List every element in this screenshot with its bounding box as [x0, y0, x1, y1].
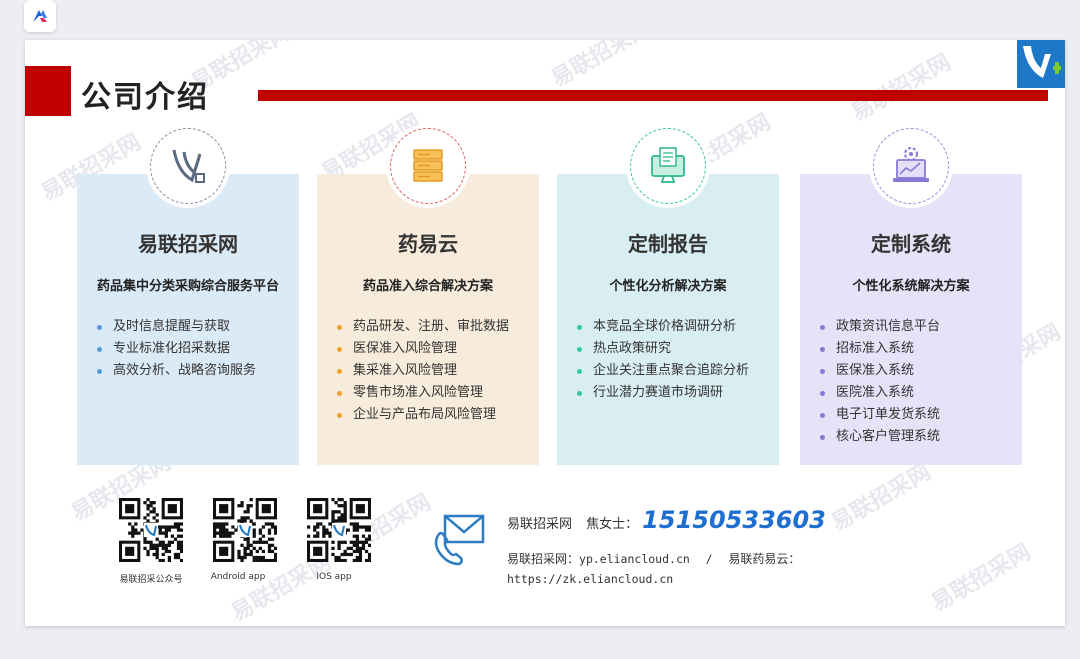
contact-phone: 15150533603 [642, 506, 826, 534]
card-title: 易联招采网 [138, 232, 238, 256]
site1-label: 易联招采网： [507, 552, 580, 566]
feature-item: 药品研发、注册、审批数据 [335, 316, 509, 338]
site2-label: 易联药易云： [728, 552, 801, 566]
qr-code-icon [307, 498, 372, 563]
site1-url[interactable]: yp.eliancloud.cn [579, 552, 690, 566]
feature-item: 高效分析、战略咨询服务 [95, 360, 256, 382]
qr-code-icon [213, 498, 278, 563]
laptop-gear-icon [873, 128, 949, 204]
card-title: 定制报告 [628, 232, 708, 256]
card-title: 药易云 [398, 232, 458, 256]
title-rule [258, 90, 1048, 101]
title-accent-block [25, 66, 71, 116]
contact-website-line-2: https://zk.eliancloud.cn [507, 572, 673, 586]
mail-phone-icon [434, 514, 485, 566]
qr-code-android [213, 498, 278, 563]
elian-logo-icon [150, 128, 226, 204]
feature-item: 医院准入系统 [818, 382, 940, 404]
presentation-slide: 易联招采网 易联招采网 易联招采网 易联招采网 易联招采网 易联招采网 易联招采… [25, 40, 1065, 626]
site-separator: / [705, 552, 713, 566]
server-icon [390, 128, 466, 204]
card-icon-badge [626, 124, 710, 208]
feature-item: 招标准入系统 [818, 338, 940, 360]
qr-label: 易联招采公众号 [119, 575, 183, 585]
watermark: 易联招采网 [847, 49, 956, 127]
corner-brand-logo-icon [1017, 40, 1065, 88]
card-title: 定制系统 [871, 232, 951, 256]
feature-item: 集采准入风险管理 [335, 360, 509, 382]
product-card: 易联招采网药品集中分类采购综合服务平台及时信息提醒与获取 专业标准化招采数据 高效分… [77, 124, 299, 465]
feature-list: 本竞品全球价格调研分析 热点政策研究 企业关注重点聚合追踪分析 行业潜力赛道市场调研 [575, 316, 749, 404]
feature-list: 及时信息提醒与获取 专业标准化招采数据 高效分析、战略咨询服务 [95, 316, 256, 382]
card-icon-badge [869, 124, 953, 208]
feature-item: 热点政策研究 [575, 338, 749, 360]
slide-title: 公司介绍 [81, 80, 209, 115]
site2-url[interactable]: https://zk.eliancloud.cn [507, 572, 673, 586]
feature-item: 企业关注重点聚合追踪分析 [575, 360, 749, 382]
feature-item: 电子订单发货系统 [818, 404, 940, 426]
qr-label: IOS app [316, 572, 352, 582]
feature-item: 及时信息提醒与获取 [95, 316, 256, 338]
qr-code-icon [119, 498, 184, 563]
feature-item: 专业标准化招采数据 [95, 338, 256, 360]
feature-item: 医保准入系统 [818, 360, 940, 382]
app-logo-icon[interactable] [24, 0, 56, 32]
watermark: 易联招采网 [827, 459, 936, 537]
watermark: 易联招采网 [547, 40, 656, 93]
card-subtitle: 个性化系统解决方案 [852, 279, 970, 294]
feature-list: 政策资讯信息平台 招标准入系统 医保准入系统 医院准入系统 电子订单发货系统 核心客户管理… [818, 316, 940, 448]
contact-website-line: 易联招采网：yp.eliancloud.cn / 易联药易云： [507, 550, 800, 567]
product-card: 定制报告个性化分析解决方案本竞品全球价格调研分析 热点政策研究 企业关注重点聚合追踪… [557, 124, 779, 465]
contact-person: 焦女士： [586, 517, 639, 532]
feature-list: 药品研发、注册、审批数据 医保准入风险管理 集采准入风险管理 零售市场准入风险管理 企业… [335, 316, 509, 426]
feature-item: 企业与产品布局风险管理 [335, 404, 509, 426]
contact-company: 易联招采网 [507, 517, 573, 532]
contact-name-line: 易联招采网 焦女士： 15150533603 [507, 506, 826, 534]
feature-item: 政策资讯信息平台 [818, 316, 940, 338]
product-card: 定制系统个性化系统解决方案政策资讯信息平台 招标准入系统 医保准入系统 医院准入系统电… [800, 124, 1022, 465]
feature-item: 核心客户管理系统 [818, 426, 940, 448]
card-icon-badge [146, 124, 230, 208]
feature-item: 行业潜力赛道市场调研 [575, 382, 749, 404]
product-card: 药易云药品准入综合解决方案药品研发、注册、审批数据 医保准入风险管理 集采准入风险管… [317, 124, 539, 465]
feature-item: 零售市场准入风险管理 [335, 382, 509, 404]
card-subtitle: 个性化分析解决方案 [609, 279, 727, 294]
card-subtitle: 药品集中分类采购综合服务平台 [96, 279, 279, 294]
feature-item: 医保准入风险管理 [335, 338, 509, 360]
card-icon-badge [386, 124, 470, 208]
qr-label: Android app [210, 572, 266, 582]
card-subtitle: 药品准入综合解决方案 [362, 279, 493, 294]
feature-item: 本竞品全球价格调研分析 [575, 316, 749, 338]
qr-code-wechat [119, 498, 184, 563]
watermark: 易联招采网 [927, 539, 1036, 617]
qr-code-ios [307, 498, 372, 563]
monitor-report-icon [630, 128, 706, 204]
